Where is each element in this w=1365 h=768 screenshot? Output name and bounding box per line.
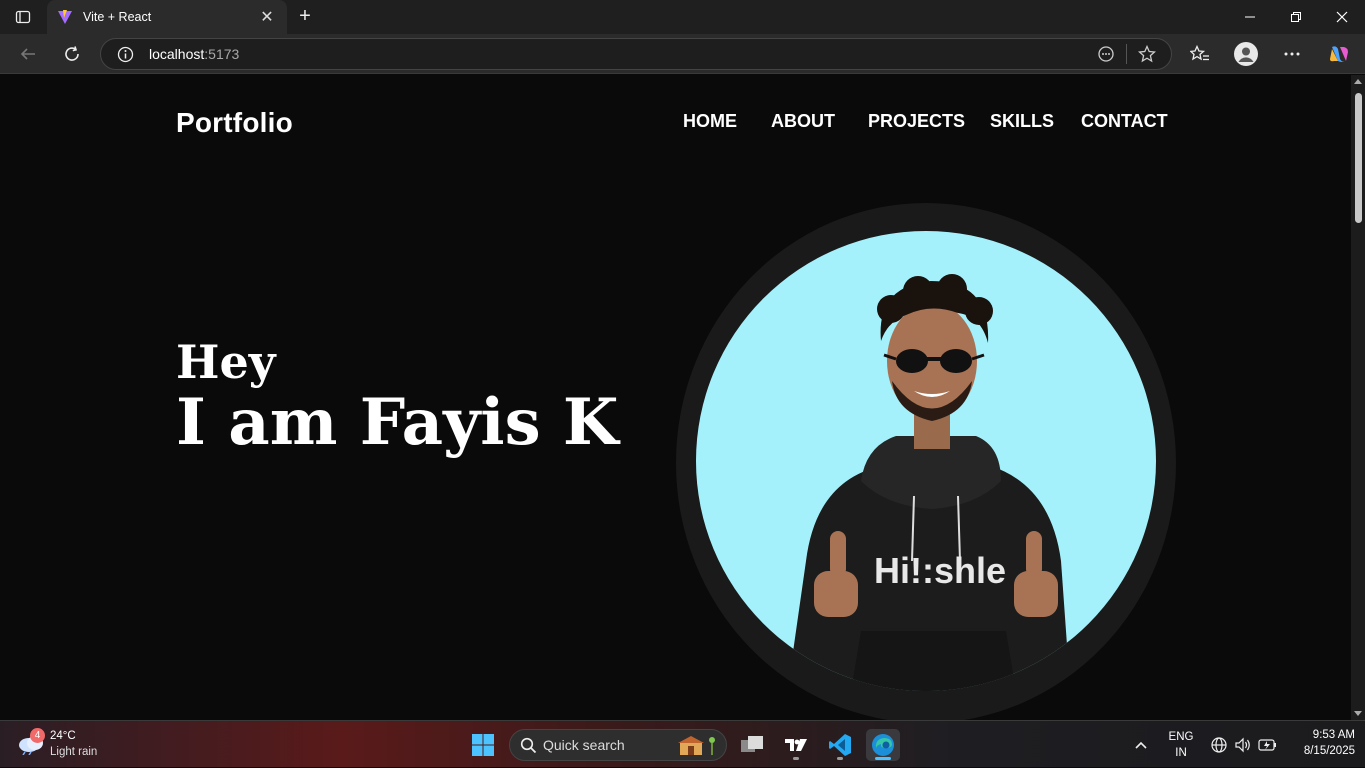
active-indicator [875,757,891,760]
edge-icon [872,734,894,756]
vite-favicon-icon [58,10,72,24]
browser-tab-active[interactable]: Vite + React ✕ [47,0,287,34]
language-code: ENG [1168,731,1194,743]
language-indicator[interactable]: ENG IN [1162,729,1200,761]
system-tray-status[interactable] [1208,733,1280,757]
start-button[interactable] [466,729,500,761]
task-view-icon [741,736,763,752]
tab-title: Vite + React [83,10,152,24]
browser-toolbar: localhost:5173 [0,34,1365,74]
favorites-list-icon [1190,45,1209,61]
settings-menu-button[interactable] [1277,40,1307,68]
minimize-button[interactable] [1227,0,1273,34]
clock-time: 9:53 AM [1312,729,1355,741]
site-info-icon[interactable] [117,46,134,63]
scroll-thumb[interactable] [1355,93,1362,223]
tradingview-app[interactable] [779,729,813,761]
task-view-button[interactable] [735,729,769,761]
windows-logo-icon [472,734,494,756]
nav-about[interactable]: ABOUT [771,111,835,132]
back-arrow-icon [20,48,35,60]
site-logo[interactable]: Portfolio [176,107,293,139]
volume-icon [1235,737,1250,753]
copilot-button[interactable] [1324,40,1354,68]
search-highlight-icon [678,736,715,755]
profile-button[interactable] [1231,40,1261,68]
weather-widget[interactable]: 4 24°C Light rain [0,721,120,768]
weather-temperature: 24°C [50,730,76,742]
battery-charging-icon [1258,739,1276,751]
nav-skills[interactable]: SKILLS [990,111,1054,132]
running-indicator [793,757,799,760]
new-tab-button[interactable]: + [292,5,318,29]
running-indicator [837,757,843,760]
page-viewport: Portfolio HOME ABOUT PROJECTS SKILLS CON… [0,75,1351,720]
hero-headline: I am Fayis K [176,385,619,460]
profile-photo: Hi!:shle [696,231,1156,691]
search-placeholder: Quick search [543,737,625,753]
scroll-up-icon[interactable] [1354,79,1362,84]
region-code: IN [1175,747,1187,759]
nav-projects[interactable]: PROJECTS [868,111,965,132]
profile-avatar-icon [1234,42,1258,66]
refresh-icon [65,46,79,61]
more-options-icon [1284,52,1300,56]
hero-greeting: Hey [176,335,276,389]
close-icon [1336,11,1348,23]
network-globe-icon [1211,737,1227,753]
clock[interactable]: 9:53 AM 8/15/2025 [1285,727,1355,763]
search-icon [520,737,537,753]
restore-icon [1291,12,1301,22]
address-bar-divider [1126,44,1127,64]
restore-button[interactable] [1273,0,1319,34]
read-aloud-icon[interactable] [1097,45,1115,63]
tab-close-button[interactable]: ✕ [257,7,277,27]
page-scrollbar[interactable] [1351,75,1365,720]
url-host: localhost [149,46,205,62]
tab-actions-button[interactable] [0,0,46,34]
address-bar[interactable]: localhost:5173 [100,38,1172,70]
hoodie-text: Hi!:shle [874,550,1006,591]
tab-actions-icon [15,10,31,24]
refresh-button[interactable] [57,40,87,68]
edge-app-active[interactable] [866,729,900,761]
scroll-down-icon[interactable] [1354,711,1362,716]
clock-date: 8/15/2025 [1303,745,1355,757]
nav-contact[interactable]: CONTACT [1081,111,1168,132]
close-window-button[interactable] [1319,0,1365,34]
copilot-icon [1330,46,1348,62]
vscode-app[interactable] [823,729,857,761]
weather-alert-badge: 4 [30,728,45,743]
weather-condition: Light rain [50,746,98,758]
chevron-up-icon [1135,741,1147,749]
show-hidden-icons-button[interactable] [1126,729,1156,761]
person-illustration: Hi!:shle [787,274,1071,691]
url-port: :5173 [204,46,240,62]
nav-home[interactable]: HOME [683,111,737,132]
minimize-icon [1245,16,1255,18]
favorite-star-icon[interactable] [1138,45,1156,63]
tradingview-icon [785,739,807,751]
vscode-icon [829,734,851,756]
favorites-button[interactable] [1185,40,1215,68]
windows-taskbar: 4 24°C Light rain Quick search ENG IN 9:… [0,720,1365,767]
taskbar-search[interactable]: Quick search [509,729,727,761]
back-button[interactable] [13,40,43,68]
